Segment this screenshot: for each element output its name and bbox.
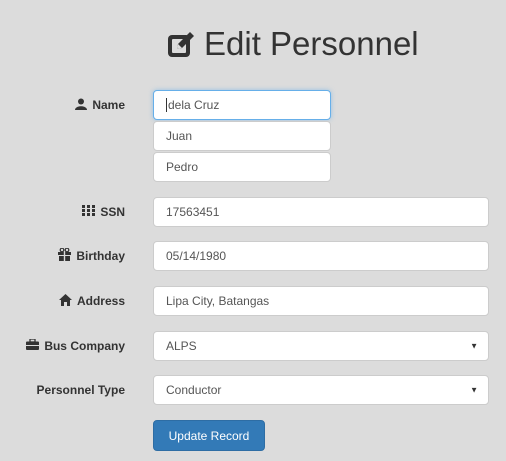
bus-company-label: Bus Company	[26, 331, 125, 361]
chevron-down-icon: ▼	[470, 385, 478, 395]
birthday-label: Birthday	[58, 241, 125, 271]
page-title: Edit Personnel	[166, 22, 419, 66]
update-record-button[interactable]: Update Record	[153, 420, 265, 451]
bus-company-select[interactable]: ALPS ▼	[153, 331, 489, 361]
page-title-text: Edit Personnel	[204, 25, 419, 62]
middle-name-field[interactable]: Pedro	[153, 152, 331, 182]
ssn-label: SSN	[82, 197, 125, 227]
edit-icon	[166, 29, 196, 59]
address-row: Address Lipa City, Batangas	[0, 286, 506, 316]
ssn-field[interactable]: 17563451	[153, 197, 489, 227]
address-field[interactable]: Lipa City, Batangas	[153, 286, 489, 316]
ssn-row: SSN 17563451	[0, 197, 506, 227]
birthday-row: Birthday 05/14/1980	[0, 241, 506, 271]
briefcase-icon	[26, 338, 40, 353]
last-name-field[interactable]: dela Cruz	[153, 90, 331, 120]
address-label: Address	[58, 286, 125, 316]
gift-icon	[58, 247, 72, 264]
name-row: Name dela Cruz	[0, 90, 506, 120]
user-icon	[75, 98, 88, 113]
name-label: Name	[75, 90, 125, 120]
first-name-field[interactable]: Juan	[153, 121, 331, 151]
home-icon	[58, 293, 72, 309]
chevron-down-icon: ▼	[470, 341, 478, 351]
barcode-icon	[82, 205, 96, 219]
personnel-type-select[interactable]: Conductor ▼	[153, 375, 489, 405]
personnel-type-row: Personnel Type Conductor ▼	[0, 375, 506, 405]
birthday-field[interactable]: 05/14/1980	[153, 241, 489, 271]
bus-company-row: Bus Company ALPS ▼	[0, 331, 506, 361]
personnel-type-label: Personnel Type	[36, 383, 125, 397]
